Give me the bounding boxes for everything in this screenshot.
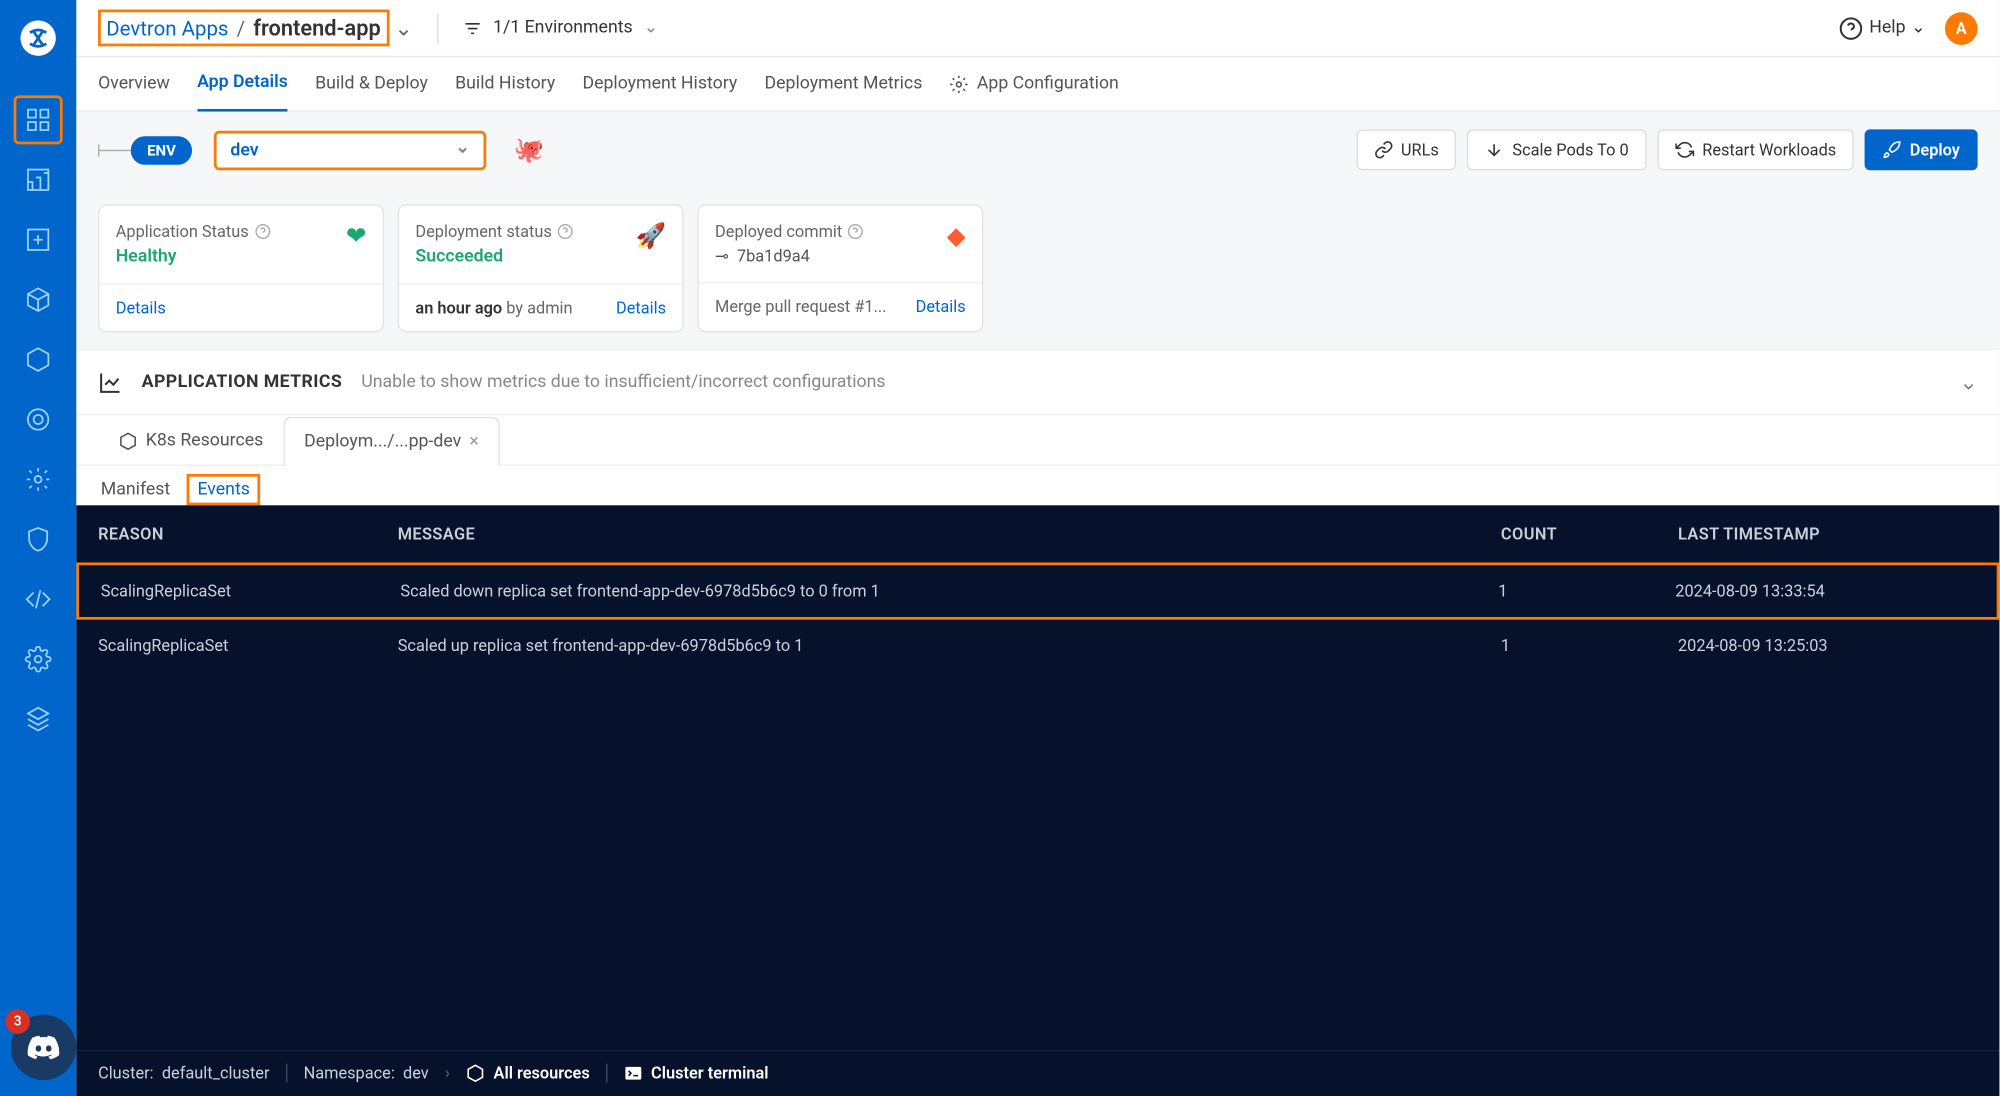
app-status-value: Healthy [116,247,271,267]
cluster-terminal-link[interactable]: Cluster terminal [624,1064,769,1083]
argo-icon: 🐙 [514,136,545,165]
chart-icon[interactable] [14,155,63,204]
cube-icon[interactable] [14,335,63,384]
deploy-status-value: Succeeded [415,247,573,267]
sidebar: 3 [0,0,76,1096]
tab-build-history[interactable]: Build History [455,57,555,111]
deploy-status-details[interactable]: Details [616,298,666,317]
top-bar: Devtron Apps / frontend-app ⌄ 1/1 Enviro… [76,0,1999,57]
env-filter[interactable]: 1/1 Environments ⌄ [463,18,658,38]
env-pill: ENV [131,136,192,165]
env-selector[interactable]: dev [214,130,486,169]
shield-icon[interactable] [14,515,63,564]
tab-events[interactable]: Events [187,474,261,505]
card-deploy-status: Deployment status Succeeded 🚀 an hour ag… [398,204,684,332]
tab-app-configuration[interactable]: App Configuration [950,57,1119,111]
settings-gear-icon[interactable] [14,455,63,504]
tab-overview[interactable]: Overview [98,57,170,111]
charts-store-icon[interactable] [14,275,63,324]
close-icon[interactable]: × [469,432,478,452]
tab-deployment[interactable]: Deploym.../...pp-dev × [284,417,500,466]
target-icon[interactable] [14,395,63,444]
app-status-details[interactable]: Details [116,298,166,317]
urls-button[interactable]: URLs [1356,129,1457,170]
breadcrumb-separator: / [237,16,245,41]
commit-hash: 7ba1d9a4 [737,247,810,266]
events-table: REASON MESSAGE COUNT LAST TIMESTAMP Scal… [76,505,1999,1050]
add-app-icon[interactable] [14,215,63,264]
metrics-bar: APPLICATION METRICS Unable to show metri… [76,349,1999,416]
app-tabs: Overview App Details Build & Deploy Buil… [76,57,1999,111]
tab-deployment-history[interactable]: Deployment History [582,57,737,111]
env-filter-label: 1/1 Environments [493,18,633,38]
all-resources-link[interactable]: All resources [466,1064,589,1083]
status-cards: Application Status Healthy ❤ Details Dep… [76,188,1999,349]
help-button[interactable]: Help ⌄ [1839,16,1926,41]
metrics-title: APPLICATION METRICS [142,372,343,392]
events-header: REASON MESSAGE COUNT LAST TIMESTAMP [76,505,1999,562]
footer-namespace: dev [403,1064,429,1083]
table-row: ScalingReplicaSet Scaled up replica set … [76,620,1999,672]
apps-icon[interactable] [14,95,63,144]
tab-app-details[interactable]: App Details [197,57,288,111]
rocket-icon: 🚀 [635,222,666,251]
tab-k8s-resources[interactable]: K8s Resources [98,415,284,464]
tab-manifest[interactable]: Manifest [98,474,173,505]
footer-bar: Cluster: default_cluster Namespace: dev … [76,1050,1999,1096]
commit-details[interactable]: Details [916,297,966,316]
chart-line-icon [98,370,123,395]
code-icon[interactable] [14,575,63,624]
tab-deployment-metrics[interactable]: Deployment Metrics [765,57,923,111]
deploy-button[interactable]: Deploy [1865,129,1978,170]
scale-pods-button[interactable]: Scale Pods To 0 [1467,129,1646,170]
breadcrumb-group[interactable]: Devtron Apps [106,16,228,41]
env-bar: ENV dev 🐙 URLs Scale Pods To 0 Restart W… [76,112,1999,188]
detail-tabs: Manifest Events [76,466,1999,505]
discord-count: 3 [5,1009,30,1034]
tab-build-deploy[interactable]: Build & Deploy [315,57,428,111]
breadcrumb-app: frontend-app [253,15,380,41]
heart-icon: ❤ [346,222,367,251]
divider [437,13,438,43]
commit-message: Merge pull request #1... [715,297,886,316]
metrics-message: Unable to show metrics due to insufficie… [361,372,885,392]
table-row: ScalingReplicaSet Scaled down replica se… [76,563,1999,620]
git-commit-icon: ⊸ [715,247,729,266]
logo [14,14,63,63]
card-deployed-commit: Deployed commit ⊸7ba1d9a4 ◆ Merge pull r… [697,204,983,332]
layers-icon[interactable] [14,695,63,744]
git-icon: ◆ [947,222,966,251]
main-content: Devtron Apps / frontend-app ⌄ 1/1 Enviro… [76,0,1999,1096]
resource-tabs: K8s Resources Deploym.../...pp-dev × [76,415,1999,465]
avatar[interactable]: A [1945,12,1978,45]
chevron-down-icon[interactable]: ⌄ [1959,369,1977,395]
breadcrumb: Devtron Apps / frontend-app [98,10,389,47]
footer-cluster: default_cluster [162,1064,270,1083]
chevron-down-icon[interactable]: ⌄ [394,15,412,41]
card-app-status: Application Status Healthy ❤ Details [98,204,384,332]
gear-alt-icon[interactable] [14,635,63,684]
restart-button[interactable]: Restart Workloads [1657,129,1854,170]
help-label: Help [1869,18,1905,38]
discord-badge[interactable]: 3 [11,1015,76,1080]
